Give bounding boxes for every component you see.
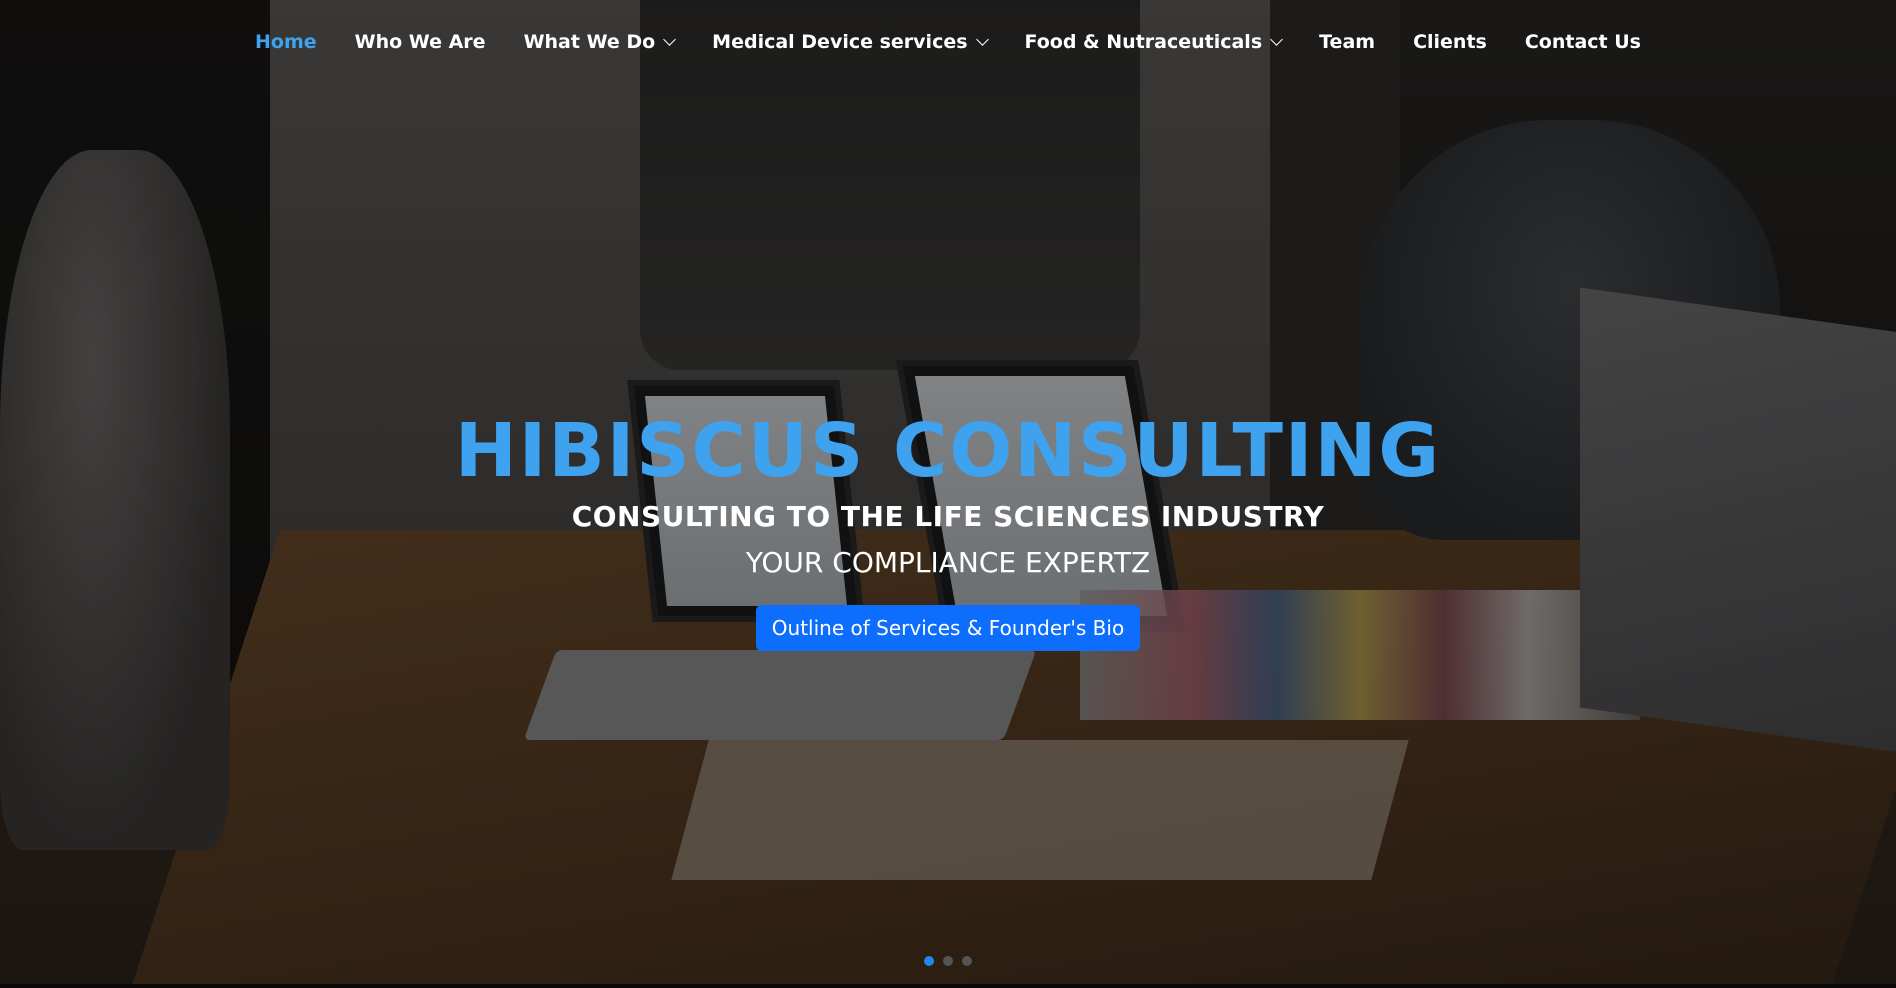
hero-title: HIBISCUS CONSULTING <box>454 408 1442 494</box>
hero-section: Home Who We Are What We Do Medical Devic… <box>0 0 1896 988</box>
hero-content: HIBISCUS CONSULTING CONSULTING TO THE LI… <box>0 405 1896 651</box>
carousel-indicator-1[interactable] <box>924 956 934 966</box>
nav-item-clients[interactable]: Clients <box>1394 26 1506 58</box>
services-bio-button[interactable]: Outline of Services & Founder's Bio <box>755 605 1141 651</box>
nav-item-contact-us[interactable]: Contact Us <box>1506 26 1660 58</box>
nav-item-what-we-do[interactable]: What We Do <box>505 26 694 58</box>
carousel-indicator-3[interactable] <box>962 956 972 966</box>
nav-item-label: Contact Us <box>1524 31 1641 53</box>
chevron-down-icon <box>663 33 677 46</box>
nav-item-medical-device-services[interactable]: Medical Device services <box>693 26 1005 58</box>
nav-item-label: Clients <box>1413 31 1487 53</box>
nav-item-home[interactable]: Home <box>236 26 336 58</box>
nav-item-label: What We Do <box>523 31 656 53</box>
nav-item-label: Food & Nutraceuticals <box>1024 31 1263 53</box>
carousel-indicator-2[interactable] <box>943 956 953 966</box>
nav-item-who-we-are[interactable]: Who We Are <box>336 26 505 58</box>
nav-item-label: Home <box>255 31 317 53</box>
carousel-indicators <box>0 956 1896 966</box>
chevron-down-icon <box>1270 33 1283 46</box>
hero-tagline: YOUR COMPLIANCE EXPERTZ <box>745 546 1151 579</box>
hero-subtitle: CONSULTING TO THE LIFE SCIENCES INDUSTRY <box>571 500 1325 533</box>
chevron-down-icon <box>975 33 989 46</box>
nav-item-label: Team <box>1319 31 1376 53</box>
nav-item-label: Who We Are <box>354 31 486 53</box>
page-bottom-edge <box>0 984 1896 988</box>
nav-item-food-nutraceuticals[interactable]: Food & Nutraceuticals <box>1006 26 1301 58</box>
main-navigation: Home Who We Are What We Do Medical Devic… <box>0 26 1896 58</box>
nav-item-team[interactable]: Team <box>1300 26 1394 58</box>
nav-item-label: Medical Device services <box>712 31 968 53</box>
